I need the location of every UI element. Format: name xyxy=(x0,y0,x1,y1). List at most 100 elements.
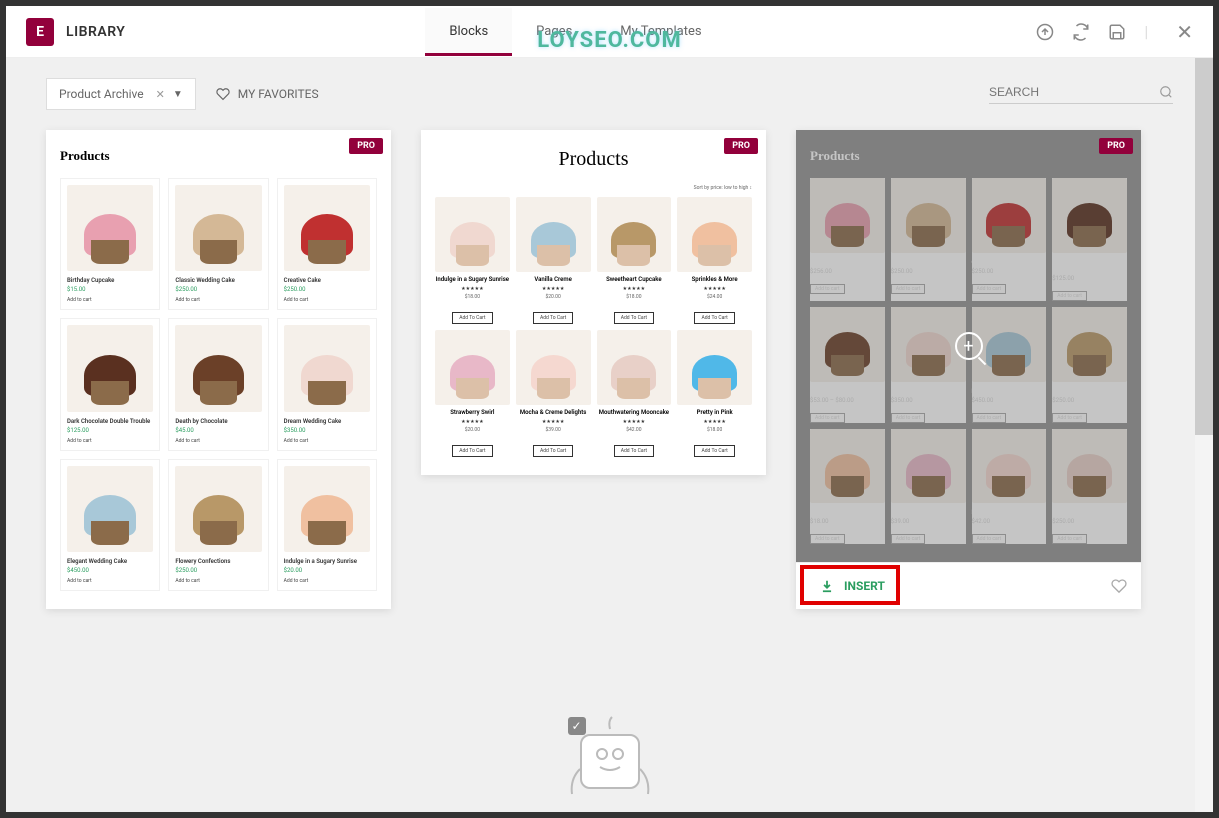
product-price: $250.00 xyxy=(284,286,370,293)
add-to-cart-link[interactable]: Add to cart xyxy=(1052,413,1087,423)
add-to-cart-link[interactable]: Add to cart xyxy=(810,284,845,294)
add-to-cart-link[interactable]: Add to cart xyxy=(891,284,926,294)
product-price: $350.00 xyxy=(284,427,370,434)
add-to-cart-link[interactable]: Add to cart xyxy=(972,284,1007,294)
magnify-icon[interactable]: + xyxy=(955,332,983,360)
search-icon xyxy=(1159,85,1173,99)
add-to-cart-button[interactable]: Add To Cart xyxy=(614,445,654,457)
add-to-cart-link[interactable]: Add to cart xyxy=(175,578,261,584)
tab-my-templates[interactable]: My Templates xyxy=(596,8,725,55)
favorites-toggle[interactable]: MY FAVORITES xyxy=(216,87,319,101)
add-to-cart-link[interactable]: Add to cart xyxy=(972,413,1007,423)
close-icon[interactable]: ✕ xyxy=(1176,20,1193,44)
add-to-cart-link[interactable]: Add to cart xyxy=(810,534,845,544)
product-image xyxy=(284,466,370,552)
add-to-cart-link[interactable]: Add to cart xyxy=(1052,534,1087,544)
pro-badge: PRO xyxy=(349,138,383,154)
product-item: Mouthwatering Mooncake ★★★★★ $42.00 Add … xyxy=(597,330,672,457)
product-item: Dream Wedding Cake $350.00 Add to cart xyxy=(891,307,966,423)
product-item: Strawberry Swirl ★★★★★ $20.00 Add To Car… xyxy=(435,330,510,457)
favorite-heart-icon[interactable] xyxy=(1111,578,1127,594)
add-to-cart-link[interactable]: Add to cart xyxy=(175,297,261,303)
template-card[interactable]: PRO Products Birthday Cupcake $15.00 Add… xyxy=(46,130,391,609)
product-price: $42.00 xyxy=(972,518,1047,525)
upload-icon[interactable] xyxy=(1036,23,1054,41)
product-item: Mocha D Creme Delights $39.00 Add to car… xyxy=(891,429,966,545)
add-to-cart-link[interactable]: Add to cart xyxy=(810,413,845,423)
add-to-cart-link[interactable]: Add to cart xyxy=(284,297,370,303)
product-item: Creative Cake $250.00 Add to cart xyxy=(277,178,377,310)
sync-icon[interactable] xyxy=(1072,23,1090,41)
product-name: Classic Wedding Cake xyxy=(891,259,966,266)
product-image xyxy=(972,429,1047,504)
product-image xyxy=(1052,307,1127,382)
add-to-cart-button[interactable]: Add To Cart xyxy=(452,312,492,324)
product-item: Indulge in a Sugary Sunrise $18.00 Add t… xyxy=(810,429,885,545)
product-image xyxy=(972,178,1047,253)
add-to-cart-link[interactable]: Add to cart xyxy=(67,438,153,444)
add-to-cart-link[interactable]: Add to cart xyxy=(972,534,1007,544)
template-card[interactable]: PRO Products Sort by price: low to high … xyxy=(421,130,766,475)
product-item: Death by Chocolate $45.00 Add to cart xyxy=(168,318,268,450)
product-image xyxy=(597,197,672,272)
pro-badge: PRO xyxy=(724,138,758,154)
add-to-cart-button[interactable]: Add To Cart xyxy=(694,445,734,457)
add-to-cart-link[interactable]: Add to cart xyxy=(284,578,370,584)
add-to-cart-button[interactable]: Add To Cart xyxy=(533,312,573,324)
product-item: Death by Chocolate $53.00 – $80.00 Add t… xyxy=(810,307,885,423)
product-price: $39.00 xyxy=(516,427,591,433)
add-to-cart-button[interactable]: Add To Cart xyxy=(452,445,492,457)
product-image xyxy=(597,330,672,405)
scrollbar-thumb[interactable] xyxy=(1195,58,1213,435)
template-preview: Products Sort by price: low to high ↕ In… xyxy=(421,130,766,475)
save-icon[interactable] xyxy=(1108,23,1126,41)
product-price: $15.00 xyxy=(67,286,153,293)
add-to-cart-link[interactable]: Add to cart xyxy=(284,438,370,444)
product-name: Classic Wedding Cake xyxy=(175,277,261,284)
product-price: $250.00 xyxy=(1052,518,1127,525)
search-field[interactable] xyxy=(989,85,1173,104)
product-item: Creative Cake $250.00 Add to cart xyxy=(972,178,1047,301)
favorites-label: MY FAVORITES xyxy=(238,87,319,101)
product-name: Death by Chocolate xyxy=(810,388,885,395)
product-price: $20.00 xyxy=(284,567,370,574)
tab-pages[interactable]: Pages xyxy=(512,8,596,55)
add-to-cart-link[interactable]: Add to cart xyxy=(891,534,926,544)
add-to-cart-button[interactable]: Add To Cart xyxy=(614,312,654,324)
product-item: Birthday Cupcake $256.00 Add to cart xyxy=(810,178,885,301)
product-name: Mocha D Creme Delights xyxy=(891,509,966,516)
product-name: Flowery Confections xyxy=(175,558,261,565)
product-price: $18.00 xyxy=(677,427,752,433)
category-filter-dropdown[interactable]: Product Archive ✕ ▼ xyxy=(46,78,196,110)
add-to-cart-button[interactable]: Add To Cart xyxy=(694,312,734,324)
insert-button[interactable]: INSERT xyxy=(810,573,895,599)
elementor-logo-icon: E xyxy=(26,18,54,46)
template-preview: + Products Birthday Cupcake $256.00 Add … xyxy=(796,130,1141,562)
add-to-cart-link[interactable]: Add to cart xyxy=(1052,291,1087,301)
product-price: $125.00 xyxy=(67,427,153,434)
modal-header: E LIBRARY Blocks Pages My Templates | ✕ xyxy=(6,6,1213,58)
rating-stars: ★★★★★ xyxy=(435,419,510,425)
product-image xyxy=(677,330,752,405)
product-name: Mocha & Creme Delights xyxy=(516,409,591,416)
search-input[interactable] xyxy=(989,85,1159,99)
product-item: Indulge in a Sugary Sunrise $20.00 Add t… xyxy=(277,459,377,591)
template-card-hover[interactable]: PRO + Products Birthday Cupcake $256.00 … xyxy=(796,130,1141,609)
product-price: $250.00 xyxy=(175,286,261,293)
tab-blocks[interactable]: Blocks xyxy=(425,8,512,55)
clear-filter-icon[interactable]: ✕ xyxy=(156,88,165,101)
download-icon xyxy=(820,579,834,593)
add-to-cart-link[interactable]: Add to cart xyxy=(891,413,926,423)
add-to-cart-link[interactable]: Add to cart xyxy=(67,578,153,584)
product-item: Classic Wedding Cake $250.00 Add to cart xyxy=(168,178,268,310)
chevron-down-icon: ▼ xyxy=(173,89,183,100)
scrollbar[interactable] xyxy=(1195,58,1213,812)
product-item: Flowery Confections $250.00 Add to cart xyxy=(168,459,268,591)
product-price: $450.00 xyxy=(972,397,1047,404)
add-to-cart-link[interactable]: Add to cart xyxy=(175,438,261,444)
rating-stars: ★★★★★ xyxy=(435,286,510,292)
product-name: Vanilla Creme xyxy=(516,276,591,283)
add-to-cart-button[interactable]: Add To Cart xyxy=(533,445,573,457)
product-image xyxy=(175,185,261,271)
add-to-cart-link[interactable]: Add to cart xyxy=(67,297,153,303)
